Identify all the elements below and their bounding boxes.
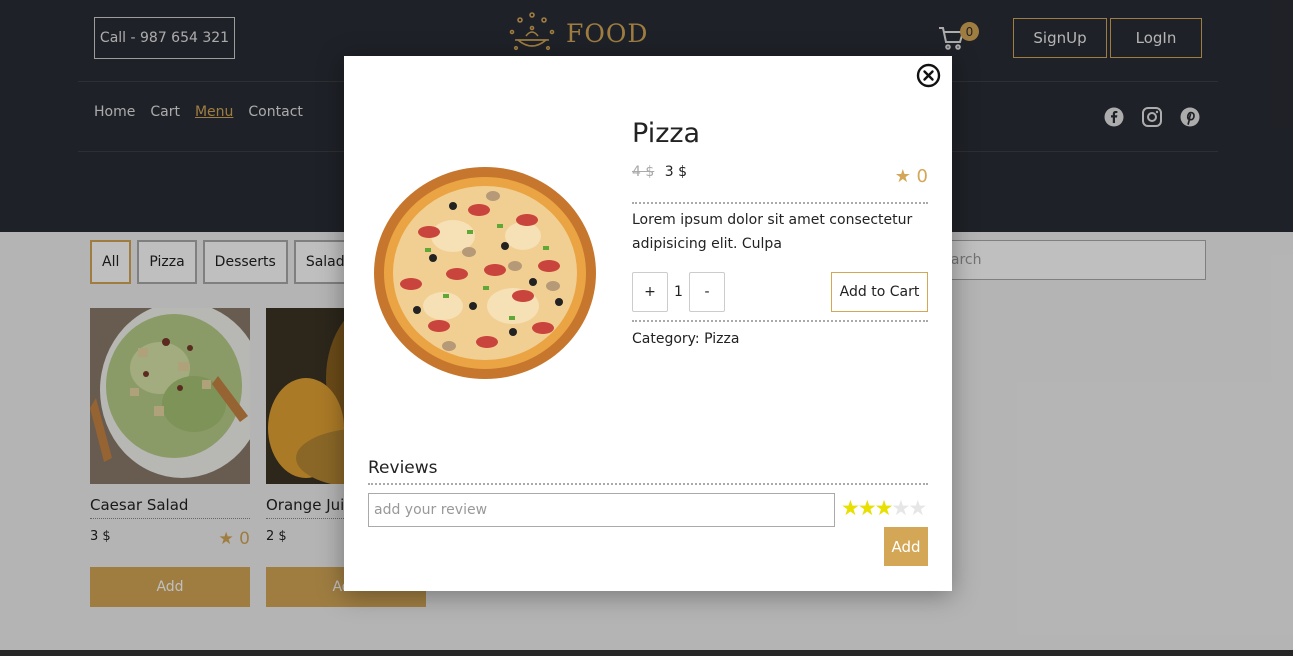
review-star[interactable]: ★ — [875, 496, 894, 520]
cart-divider — [632, 320, 928, 322]
product-category: Category: Pizza — [632, 331, 740, 347]
quantity-increase-button[interactable]: + — [632, 272, 668, 312]
product-rating: ★ 0 — [894, 166, 928, 187]
quantity-decrease-button[interactable]: - — [689, 272, 725, 312]
product-description: Lorem ipsum dolor sit amet consectetur a… — [632, 212, 913, 252]
review-star[interactable]: ★ — [841, 496, 860, 520]
review-star[interactable]: ★ — [858, 496, 877, 520]
reviews-divider — [368, 483, 928, 485]
reviews-heading: Reviews — [368, 458, 438, 478]
price-row: 4 $ 3 $ ★ 0 — [632, 164, 928, 187]
add-to-cart-button[interactable]: Add to Cart — [831, 272, 928, 312]
review-star[interactable]: ★ — [908, 496, 927, 520]
add-review-button[interactable]: Add — [884, 527, 928, 566]
product-title: Pizza — [632, 118, 701, 149]
old-price: 4 $ — [632, 164, 655, 180]
quantity-value: 1 — [674, 284, 683, 300]
review-input[interactable]: add your review — [368, 493, 835, 527]
review-star[interactable]: ★ — [891, 496, 910, 520]
pizza-image — [374, 167, 596, 379]
product-detail-modal: Pizza 4 $ 3 $ ★ 0 Lorem ipsum dolor sit … — [344, 56, 952, 591]
close-icon[interactable] — [916, 63, 941, 88]
current-price: 3 $ — [664, 164, 687, 180]
review-star-rating[interactable]: ★★★★★ — [841, 496, 927, 520]
price-divider — [632, 202, 928, 204]
